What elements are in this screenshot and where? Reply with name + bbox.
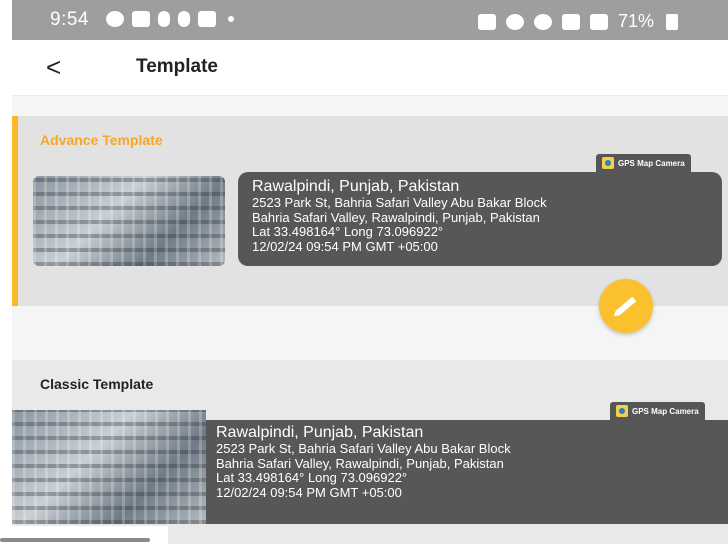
- stamp-address: 2523 Park St, Bahria Safari Valley Abu B…: [252, 195, 547, 210]
- battery-level: 71%: [618, 11, 655, 31]
- stamp-address: 2523 Park St, Bahria Safari Valley Abu B…: [216, 441, 511, 456]
- home-indicator[interactable]: [0, 538, 150, 542]
- status-bar: 9:54 71%: [12, 0, 728, 40]
- notification-icons: [106, 11, 234, 27]
- location-icon: [534, 13, 552, 30]
- wifi-icon: [562, 13, 580, 30]
- stamp-coordinates: Lat 33.498164° Long 73.096922°: [216, 470, 408, 485]
- nfc-icon: [478, 13, 496, 30]
- selected-accent-bar: [12, 116, 18, 306]
- gps-map-camera-badge: GPS Map Camera: [596, 154, 691, 172]
- youtube-icon: [132, 11, 150, 27]
- badge-label: GPS Map Camera: [618, 158, 685, 168]
- messenger-icon: [106, 11, 124, 27]
- edit-template-button[interactable]: [599, 279, 653, 333]
- dot-icon: [228, 16, 234, 22]
- shopping-bag-icon: [198, 11, 216, 27]
- battery-icon: [666, 13, 679, 30]
- satellite-thumbnail: [12, 410, 206, 524]
- tiktok-icon: [158, 11, 170, 27]
- page-title: Template: [136, 56, 219, 77]
- pencil-icon: [615, 296, 637, 316]
- stamp-address-2: Bahria Safari Valley, Rawalpindi, Punjab…: [252, 209, 540, 225]
- badge-label: GPS Map Camera: [632, 406, 699, 416]
- location-stamp: Rawalpindi, Punjab, Pakistan 2523 Park S…: [238, 172, 722, 266]
- stamp-coordinates: Lat 33.498164° Long 73.096922°: [252, 224, 444, 239]
- stamp-datetime: 12/02/24 09:54 PM GMT +05:00: [252, 238, 438, 254]
- app-bar: < Template: [12, 40, 728, 96]
- advance-template-card[interactable]: Advance Template GPS Map Camera Rawalpin…: [12, 116, 728, 333]
- camera-app-icon: [602, 157, 614, 169]
- stamp-location: Rawalpindi, Punjab, Pakistan: [216, 424, 424, 441]
- signal-icon: [590, 13, 608, 30]
- alarm-icon: [506, 13, 524, 30]
- stamp-location: Rawalpindi, Punjab, Pakistan: [252, 178, 460, 195]
- tiktok-icon: [178, 11, 190, 27]
- classic-template-title: Classic Template: [40, 376, 154, 392]
- classic-template-card[interactable]: Classic Template GPS Map Camera Rawalpin…: [12, 360, 728, 544]
- gps-map-camera-badge: GPS Map Camera: [610, 402, 705, 420]
- back-button[interactable]: <: [46, 52, 76, 82]
- camera-app-icon: [616, 405, 628, 417]
- satellite-thumbnail: [33, 176, 225, 266]
- status-time: 9:54: [50, 9, 89, 30]
- location-stamp: Rawalpindi, Punjab, Pakistan 2523 Park S…: [206, 420, 728, 524]
- advance-template-title: Advance Template: [40, 132, 163, 148]
- stamp-address-2: Bahria Safari Valley, Rawalpindi, Punjab…: [216, 455, 504, 471]
- system-icons: 71%: [478, 11, 679, 32]
- stamp-datetime: 12/02/24 09:54 PM GMT +05:00: [216, 484, 402, 500]
- phone-screen: 9:54 71% < Template Advance Template GPS…: [12, 0, 728, 544]
